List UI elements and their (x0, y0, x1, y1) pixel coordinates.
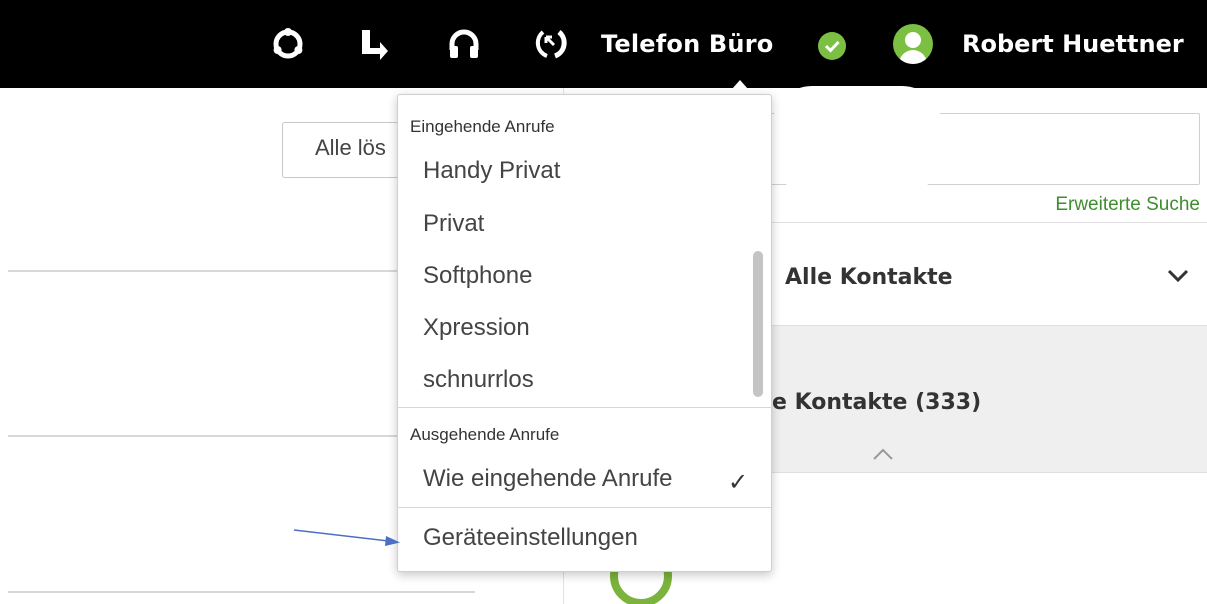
divider (8, 270, 398, 272)
contacts-filter-select[interactable]: Alle Kontakte (785, 265, 953, 290)
outgoing-calls-header: Ausgehende Anrufe (410, 425, 560, 444)
presence-icon[interactable] (270, 26, 306, 62)
avatar[interactable] (893, 24, 933, 64)
active-device-label[interactable]: Telefon Büro (601, 30, 773, 58)
menu-item-xpression[interactable]: Xpression (423, 314, 530, 342)
advanced-search-link[interactable]: Erweiterte Suche (1055, 194, 1200, 216)
menu-divider (398, 407, 771, 408)
top-bar: Telefon Büro Robert Huettner (0, 0, 1207, 88)
chevron-up-icon[interactable] (871, 446, 895, 462)
status-check-icon[interactable] (818, 32, 846, 60)
menu-divider (398, 507, 771, 508)
menu-scrollbar[interactable] (753, 251, 763, 397)
contacts-group-title: e Kontakte (333) (772, 390, 982, 415)
divider (8, 591, 475, 593)
menu-item-device-settings[interactable]: Geräteeinstellungen (423, 524, 638, 552)
divider (8, 435, 398, 437)
menu-item-same-as-incoming[interactable]: Wie eingehende Anrufe (423, 465, 673, 493)
device-selection-menu: Eingehende Anrufe Handy Privat Privat So… (397, 94, 772, 572)
phone-callback-icon[interactable] (533, 26, 569, 62)
user-name[interactable]: Robert Huettner (962, 30, 1184, 58)
headset-icon[interactable] (446, 26, 482, 62)
menu-item-schnurrlos[interactable]: schnurrlos (423, 366, 534, 394)
redaction-patch (772, 86, 942, 194)
menu-item-privat[interactable]: Privat (423, 210, 484, 238)
menu-item-softphone[interactable]: Softphone (423, 262, 532, 290)
annotation-arrow-icon (293, 529, 400, 546)
chevron-down-icon[interactable] (1166, 266, 1190, 286)
checkmark-icon: ✓ (728, 468, 749, 496)
call-forward-icon[interactable] (356, 26, 392, 62)
clear-all-button[interactable]: Alle lös (282, 122, 412, 178)
incoming-calls-header: Eingehende Anrufe (410, 117, 555, 136)
menu-item-handy-privat[interactable]: Handy Privat (423, 157, 560, 185)
